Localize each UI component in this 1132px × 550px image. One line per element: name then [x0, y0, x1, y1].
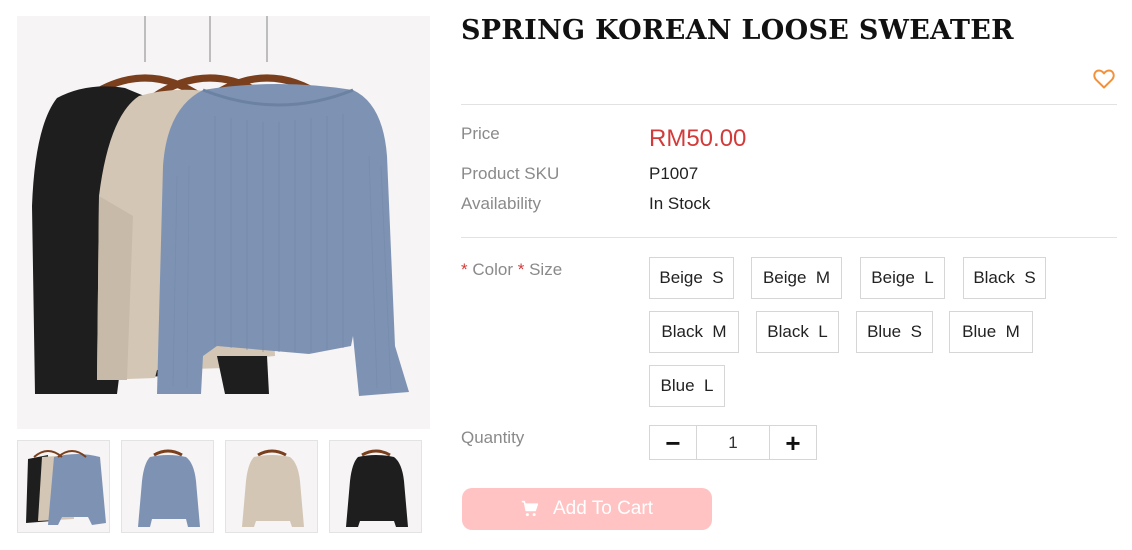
product-title: SPRING KOREAN LOOSE SWEATER: [461, 15, 1014, 46]
thumbnail-blue[interactable]: [121, 440, 214, 533]
thumbnail-black[interactable]: [329, 440, 422, 533]
quantity-label: Quantity: [461, 428, 525, 447]
variant-option[interactable]: Beige M: [751, 257, 842, 299]
thumbnail-beige[interactable]: [225, 440, 318, 533]
availability-value: In Stock: [649, 194, 711, 213]
sku-label: Product SKU: [461, 164, 560, 183]
required-mark: *: [517, 260, 525, 279]
variant-option[interactable]: Blue S: [856, 311, 933, 353]
availability-label: Availability: [461, 194, 542, 213]
color-label: Color: [472, 260, 513, 279]
heart-outline-icon: [1093, 69, 1115, 89]
variant-option[interactable]: Black L: [756, 311, 839, 353]
variant-option[interactable]: Beige L: [860, 257, 945, 299]
quantity-input[interactable]: [696, 426, 770, 459]
price-value: RM50.00: [649, 125, 747, 152]
variant-option[interactable]: Blue M: [949, 311, 1033, 353]
thumbnail-strip: [17, 440, 430, 533]
variant-option[interactable]: Black M: [649, 311, 739, 353]
price-label: Price: [461, 124, 500, 143]
thumbnail-all-colors[interactable]: [17, 440, 110, 533]
sku-value: P1007: [649, 164, 699, 183]
cart-icon: [521, 500, 539, 517]
variant-label: * Color * Size: [461, 260, 562, 280]
add-to-cart-label: Add To Cart: [553, 498, 653, 519]
decrease-quantity-button[interactable]: −: [650, 426, 696, 459]
increase-quantity-button[interactable]: +: [770, 426, 816, 459]
variant-option[interactable]: Black S: [963, 257, 1046, 299]
quantity-stepper: − +: [649, 425, 817, 460]
divider: [461, 237, 1117, 238]
size-label: Size: [529, 260, 563, 279]
variant-option[interactable]: Blue L: [649, 365, 725, 407]
wishlist-button[interactable]: [1092, 67, 1116, 91]
variant-option[interactable]: Beige S: [649, 257, 734, 299]
main-product-image[interactable]: [17, 16, 430, 429]
required-mark: *: [461, 260, 468, 279]
divider: [461, 104, 1117, 105]
add-to-cart-button[interactable]: Add To Cart: [462, 488, 712, 530]
